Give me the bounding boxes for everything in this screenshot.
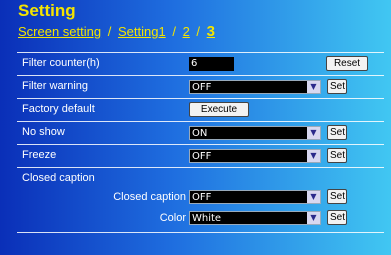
chevron-down-icon[interactable]: ▼ xyxy=(307,150,320,162)
closed-caption-value: OFF xyxy=(192,192,212,203)
breadcrumb-separator: / xyxy=(107,24,112,39)
breadcrumb-separator: / xyxy=(172,24,176,39)
filter-warning-label: Filter warning xyxy=(22,80,89,92)
reset-button[interactable]: Reset xyxy=(326,56,368,71)
filter-warning-set-button[interactable]: Set xyxy=(327,79,347,94)
settings-panel: Filter counter(h) 6 Reset Filter warning… xyxy=(17,52,384,233)
chevron-down-icon[interactable]: ▼ xyxy=(307,212,320,224)
filter-counter-value: 6 xyxy=(189,57,234,71)
freeze-label: Freeze xyxy=(22,149,57,161)
freeze-select[interactable]: OFF ▼ xyxy=(189,149,321,163)
chevron-down-icon[interactable]: ▼ xyxy=(307,191,320,203)
page-title: Setting xyxy=(18,1,76,20)
row-freeze: Freeze OFF ▼ Set xyxy=(17,144,384,167)
closed-caption-set-button[interactable]: Set xyxy=(327,189,347,204)
filter-warning-value: OFF xyxy=(192,82,212,93)
color-select[interactable]: White ▼ xyxy=(189,211,321,225)
chevron-down-icon[interactable]: ▼ xyxy=(307,127,320,139)
color-label: Color xyxy=(159,212,186,224)
filter-counter-label: Filter counter(h) xyxy=(22,57,100,69)
breadcrumb: Screen setting / Setting1 / 2 / 3 xyxy=(18,23,215,40)
filter-warning-select[interactable]: OFF ▼ xyxy=(189,80,321,94)
chevron-down-icon[interactable]: ▼ xyxy=(307,81,320,93)
breadcrumb-page-3: 3 xyxy=(206,23,216,40)
no-show-value: ON xyxy=(192,128,208,139)
breadcrumb-screen-setting[interactable]: Screen setting xyxy=(18,24,101,39)
freeze-value: OFF xyxy=(192,151,212,162)
execute-button[interactable]: Execute xyxy=(189,102,249,117)
row-filter-counter: Filter counter(h) 6 Reset xyxy=(17,52,384,75)
row-closed-caption: Closed caption Closed caption OFF ▼ Set … xyxy=(17,167,384,233)
closed-caption-section-label: Closed caption xyxy=(22,172,95,184)
row-factory-default: Factory default Execute xyxy=(17,98,384,121)
row-no-show: No show ON ▼ Set xyxy=(17,121,384,144)
row-filter-warning: Filter warning OFF ▼ Set xyxy=(17,75,384,98)
breadcrumb-separator: / xyxy=(196,24,201,39)
breadcrumb-setting1[interactable]: Setting1 xyxy=(118,24,166,39)
freeze-set-button[interactable]: Set xyxy=(327,148,347,163)
factory-default-label: Factory default xyxy=(22,103,95,115)
no-show-select[interactable]: ON ▼ xyxy=(189,126,321,140)
color-value: White xyxy=(192,213,222,224)
no-show-set-button[interactable]: Set xyxy=(327,125,347,140)
breadcrumb-page-2[interactable]: 2 xyxy=(183,24,190,39)
closed-caption-label: Closed caption xyxy=(113,191,186,203)
no-show-label: No show xyxy=(22,126,65,138)
color-set-button[interactable]: Set xyxy=(327,210,347,225)
closed-caption-select[interactable]: OFF ▼ xyxy=(189,190,321,204)
